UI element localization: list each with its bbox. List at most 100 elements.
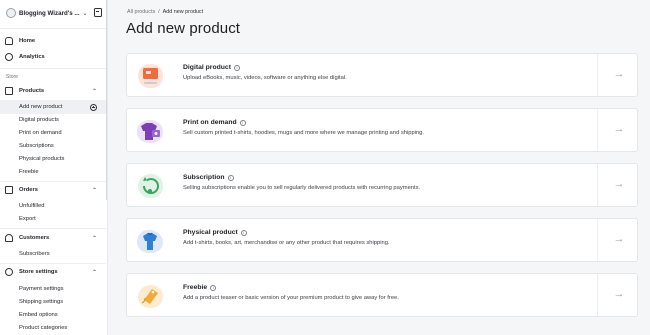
sidebar-item-add-new-product[interactable]: Add new product xyxy=(0,100,106,114)
sidebar-item-label: Product categories xyxy=(19,325,68,331)
arrow-right-icon[interactable]: → xyxy=(612,177,626,191)
info-icon[interactable] xyxy=(233,64,240,71)
sidebar-item-shipping-settings[interactable]: Shipping settings xyxy=(0,295,106,309)
sidebar-divider xyxy=(0,28,106,29)
card-title: Subscription xyxy=(183,174,234,181)
sidebar-item-freebie[interactable]: Freebie xyxy=(0,165,106,179)
sidebar-item-label: Add new product xyxy=(19,104,63,110)
subscription-icon xyxy=(138,174,163,198)
card-divider xyxy=(597,219,598,261)
sidebar-scrollbar[interactable] xyxy=(106,0,107,200)
card-divider xyxy=(597,164,598,206)
info-icon[interactable] xyxy=(210,284,217,291)
sidebar-item-label: Print on demand xyxy=(19,130,62,136)
sidebar-item-label: Subscriptions xyxy=(19,143,54,149)
chevron-down-icon: ⌄ xyxy=(82,10,88,17)
customers-icon xyxy=(5,234,13,242)
sidebar-item-label: Orders xyxy=(19,187,39,193)
store-icon[interactable] xyxy=(94,8,102,17)
sidebar-item-orders[interactable]: Orders ⌃ xyxy=(0,183,106,197)
sidebar-item-label: Products xyxy=(19,88,45,94)
sidebar-item-label: Store settings xyxy=(19,269,58,275)
card-title: Digital product xyxy=(183,64,240,71)
sidebar-item-analytics[interactable]: Analytics xyxy=(0,50,106,64)
product-type-card-freebie[interactable]: Freebie Add a product teaser or basic ve… xyxy=(126,273,638,317)
card-description: Sell custom printed t-shirts, hoodies, m… xyxy=(183,130,425,136)
account-name: Blogging Wizard's ... xyxy=(19,9,80,17)
account-avatar xyxy=(6,8,16,18)
breadcrumb-link-all-products[interactable]: All products xyxy=(127,9,155,15)
card-title: Physical product xyxy=(183,229,247,236)
chevron-up-icon: ⌃ xyxy=(91,269,97,276)
card-description: Upload eBooks, music, videos, software o… xyxy=(183,75,347,81)
gear-icon xyxy=(5,268,13,276)
breadcrumb-separator: / xyxy=(158,9,160,15)
sidebar-item-label: Unfulfilled xyxy=(19,203,45,209)
sidebar-item-print-on-demand[interactable]: Print on demand xyxy=(0,126,106,140)
sidebar-item-subscriptions[interactable]: Subscriptions xyxy=(0,139,106,153)
sidebar-item-embed-options[interactable]: Embed options xyxy=(0,308,106,322)
info-icon[interactable] xyxy=(227,174,234,181)
sidebar-item-customers[interactable]: Customers ⌃ xyxy=(0,231,106,245)
print-on-demand-icon xyxy=(137,120,163,143)
sidebar-item-label: Export xyxy=(19,216,36,222)
product-type-card-digital[interactable]: Digital product Upload eBooks, music, vi… xyxy=(126,53,638,97)
sidebar-item-products[interactable]: Products ⌃ xyxy=(0,84,106,98)
chevron-up-icon: ⌃ xyxy=(91,187,97,194)
sidebar-item-label: Home xyxy=(19,38,36,44)
info-icon[interactable] xyxy=(240,229,247,236)
home-icon xyxy=(5,37,13,45)
card-description: Add t-shirts, books, art, merchandise or… xyxy=(183,240,390,246)
sidebar-item-label: Analytics xyxy=(19,54,45,60)
card-title: Print on demand xyxy=(183,119,246,126)
sidebar-item-label: Payment settings xyxy=(19,286,64,292)
sidebar-item-home[interactable]: Home xyxy=(0,34,106,48)
card-description: Selling subscriptions enable you to sell… xyxy=(183,185,421,191)
chevron-up-icon: ⌃ xyxy=(91,235,97,242)
sidebar-divider xyxy=(0,181,106,182)
sidebar-item-payment-settings[interactable]: Payment settings xyxy=(0,282,106,296)
card-divider xyxy=(597,274,598,316)
sidebar-item-label: Customers xyxy=(19,235,50,241)
sidebar-item-unfulfilled[interactable]: Unfulfilled xyxy=(0,199,106,213)
product-type-card-subscription[interactable]: Subscription Selling subscriptions enabl… xyxy=(126,163,638,207)
sidebar-item-label: Freebie xyxy=(19,169,39,175)
arrow-right-icon[interactable]: → xyxy=(612,287,626,301)
card-divider xyxy=(597,109,598,151)
sidebar-item-subscribers[interactable]: Subscribers xyxy=(0,247,106,261)
sidebar-item-export[interactable]: Export xyxy=(0,212,106,226)
card-description: Add a product teaser or basic version of… xyxy=(183,295,399,301)
sidebar-divider xyxy=(0,263,106,264)
sidebar-item-digital-products[interactable]: Digital products xyxy=(0,113,106,127)
store-section-label: Store xyxy=(6,74,18,80)
card-title: Freebie xyxy=(183,284,217,291)
arrow-right-icon[interactable]: → xyxy=(612,122,626,136)
physical-product-icon xyxy=(137,229,163,253)
chevron-up-icon: ⌃ xyxy=(91,88,97,95)
sidebar: Blogging Wizard's ... ⌄ Home Analytics S… xyxy=(0,0,108,335)
sidebar-item-label: Physical products xyxy=(19,156,65,162)
sidebar-item-label: Digital products xyxy=(19,117,59,123)
sidebar-item-product-categories[interactable]: Product categories xyxy=(0,321,106,335)
sidebar-item-physical-products[interactable]: Physical products xyxy=(0,152,106,166)
product-type-card-physical[interactable]: Physical product Add t-shirts, books, ar… xyxy=(126,218,638,262)
sidebar-divider xyxy=(0,228,106,229)
account-switcher[interactable]: Blogging Wizard's ... ⌄ xyxy=(6,7,102,19)
orders-icon xyxy=(5,186,13,194)
sidebar-item-label: Shipping settings xyxy=(19,299,64,305)
product-type-card-print-on-demand[interactable]: Print on demand Sell custom printed t-sh… xyxy=(126,108,638,152)
digital-product-icon xyxy=(138,63,164,89)
sidebar-item-store-settings[interactable]: Store settings ⌃ xyxy=(0,265,106,279)
page-title: Add new product xyxy=(126,20,241,37)
products-icon xyxy=(5,87,13,95)
card-divider xyxy=(597,54,598,96)
info-icon[interactable] xyxy=(239,119,246,126)
add-circle-icon xyxy=(90,103,97,111)
sidebar-item-label: Embed options xyxy=(19,312,58,318)
analytics-icon xyxy=(5,53,13,61)
arrow-right-icon[interactable]: → xyxy=(612,67,626,81)
breadcrumb: All products / Add new product xyxy=(127,9,203,15)
freebie-icon xyxy=(138,285,163,308)
breadcrumb-current: Add new product xyxy=(162,9,204,15)
arrow-right-icon[interactable]: → xyxy=(612,232,626,246)
